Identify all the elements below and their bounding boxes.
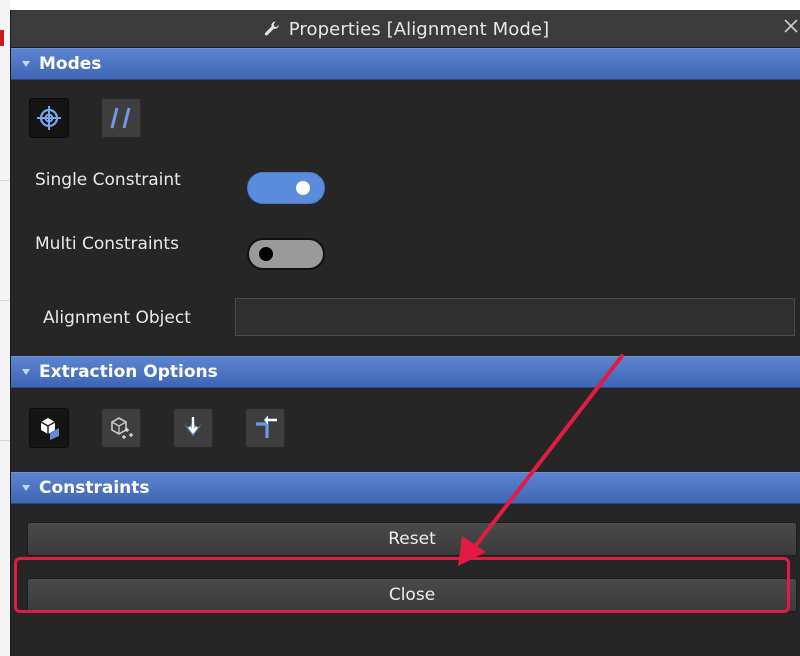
wrench-icon: [264, 21, 279, 36]
close-button-label: Close: [388, 585, 436, 605]
single-constraint-label: Single Constraint: [35, 170, 181, 190]
window-titlebar[interactable]: Properties [Alignment Mode]: [11, 10, 800, 48]
modes-label: Modes: [39, 54, 102, 74]
single-constraint-toggle[interactable]: [247, 172, 325, 204]
surface-point-icon: [184, 417, 202, 436]
reset-button-label: Reset: [388, 529, 436, 549]
target-mode-button[interactable]: [29, 98, 69, 138]
properties-panel: Properties [Alignment Mode] Modes Single…: [10, 10, 800, 656]
extract-points-button[interactable]: [101, 408, 141, 448]
extract-corner-button[interactable]: [245, 408, 285, 448]
corner-arrow-icon: [256, 415, 277, 438]
parallel-mode-button[interactable]: [101, 98, 141, 138]
close-button[interactable]: Close: [27, 578, 797, 612]
collapse-arrow-icon: [22, 61, 30, 67]
alignment-object-label: Alignment Object: [43, 308, 191, 328]
divider: [0, 440, 10, 441]
background-window-edge: [0, 0, 10, 656]
constraints-label: Constraints: [39, 478, 150, 498]
divider: [0, 300, 10, 301]
extraction-options-label: Extraction Options: [39, 362, 218, 382]
extract-object-button[interactable]: [29, 408, 69, 448]
target-crosshair-icon: [37, 106, 61, 130]
extraction-options-section-header[interactable]: Extraction Options: [11, 356, 800, 388]
background-accent: [0, 30, 4, 46]
collapse-arrow-icon: [22, 485, 30, 491]
multi-constraints-toggle[interactable]: [247, 238, 325, 270]
collapse-arrow-icon: [22, 369, 30, 375]
toggle-knob: [259, 247, 273, 261]
multi-constraints-label: Multi Constraints: [35, 234, 179, 254]
cube-points-icon: [111, 417, 133, 439]
toggle-knob: [296, 181, 310, 195]
modes-section-header[interactable]: Modes: [11, 48, 800, 80]
cube-select-icon: [40, 418, 59, 440]
extract-surface-button[interactable]: [173, 408, 213, 448]
divider: [0, 180, 10, 181]
screenshot-frame: Properties [Alignment Mode] Modes Single…: [0, 0, 800, 656]
constraints-section-header[interactable]: Constraints: [11, 472, 800, 504]
window-title: Properties [Alignment Mode]: [288, 18, 550, 40]
alignment-object-field[interactable]: [235, 298, 795, 336]
parallel-lines-icon: [110, 107, 131, 129]
reset-button[interactable]: Reset: [27, 522, 797, 556]
close-icon[interactable]: [783, 18, 799, 34]
